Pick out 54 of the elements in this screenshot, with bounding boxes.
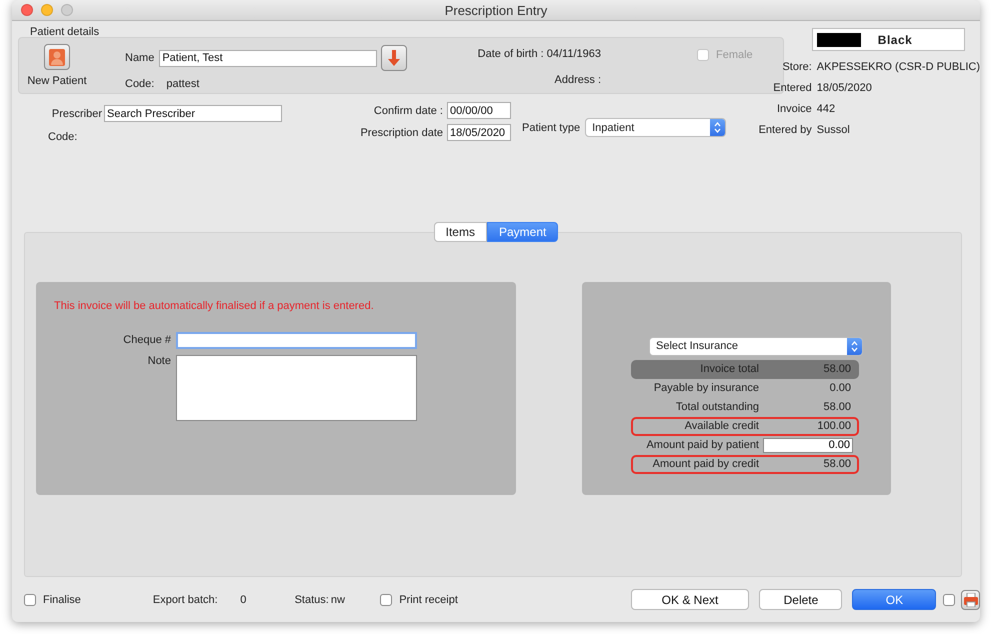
amount-value: 58.00 [822,458,851,470]
dialog-button[interactable]: OK & Next [630,589,750,610]
info-label: Invoice [776,103,812,116]
finalise-label: Finalise [43,594,81,606]
name-label: Name [125,52,154,64]
address-label: Address : [554,74,601,86]
info-value: 442 [816,103,836,116]
amount-label: Amount paid by patient [645,439,759,452]
info-label: Entered [772,82,812,94]
patient-type-select[interactable]: Inpatient [585,118,726,138]
status-value: nw [330,594,345,606]
amount-value: 0.00 [828,382,851,394]
note-label: Note [146,354,171,367]
female-label: Female [716,49,753,62]
date-of-birth: Date of birth : 04/11/1963 [478,48,601,60]
warning-message: This invoice will be automatically finalised if a payment is entered. [53,298,375,312]
info-value: Sussol [816,124,850,136]
info-label: Entered by [758,124,812,136]
prescription-date-label: Prescription date [359,126,443,139]
prescriber-label: Prescriber [50,108,102,120]
prescription-date-field[interactable]: 18/05/2020 [447,124,511,142]
amount-field[interactable]: 0.00 [763,438,853,453]
dialog-button[interactable]: Delete [759,589,842,610]
prescriber-code-label: Code: [48,131,78,144]
amount-value: 58.00 [822,363,851,376]
store-badge-label: Black [878,32,912,47]
window-title: Prescription Entry [444,2,548,18]
new-patient-label: New Patient [27,75,87,88]
info-label: Store: [781,61,812,74]
cheque-label: Cheque # [122,334,171,346]
amount-label: Payable by insurance [652,382,759,394]
status-label: Status: [294,594,329,606]
export-batch-label: Export batch: [152,594,218,606]
print-receipt-label: Print receipt [399,594,458,606]
patient-type-label: Patient type [522,122,580,134]
insurance-select[interactable]: Select Insurance [649,336,863,356]
info-value: 18/05/2020 [816,82,872,94]
info-value: AKPESSEKRO (CSR-D PUBLIC) [816,61,980,74]
code-label: Code: [125,78,154,90]
code-value: pattest [166,78,200,90]
amount-label: Available credit [684,420,759,432]
name-field[interactable]: Patient, Test [159,50,378,67]
amount-label: Total outstanding [674,401,759,414]
ok-button[interactable]: OK [852,589,936,610]
amount-label: Invoice total [699,363,759,376]
amount-value: 58.00 [822,401,851,414]
confirm-date-field[interactable]: 00/00/00 [447,102,511,120]
prescriber-field[interactable]: Search Prescriber [104,105,282,122]
amount-value: 100.00 [816,420,851,432]
export-batch-value: 0 [240,594,246,606]
tab[interactable]: Items [434,222,487,242]
amount-label: Amount paid by credit [652,458,759,470]
confirm-date-label: Confirm date : [372,104,443,117]
section-label: Patient details [30,26,100,38]
